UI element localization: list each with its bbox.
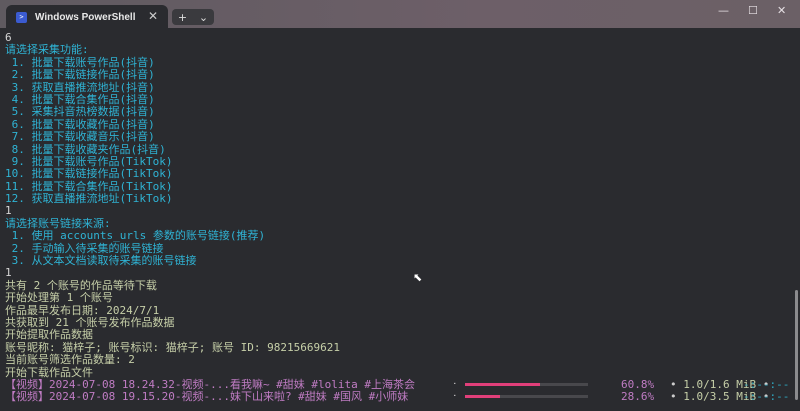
progress-bar-fill	[465, 382, 540, 386]
terminal-line: 1	[5, 266, 12, 280]
progress-bar	[465, 382, 588, 386]
maximize-button[interactable]: ☐	[748, 4, 758, 17]
progress-bar-fill	[465, 395, 501, 399]
download-progress-row: 【视频】2024-07-08 19.15.20-视频-...妹下山来啦? #甜妹…	[5, 390, 790, 404]
tab-title: Windows PowerShell	[35, 11, 136, 23]
progress-bar	[465, 395, 588, 399]
close-window-button[interactable]: ✕	[777, 4, 786, 17]
terminal-line: 3. 从文本文档读取待采集的账号链接	[5, 254, 197, 268]
terminal-line: 开始提取作品数据	[5, 328, 93, 342]
spinner-icon: ⠂	[453, 392, 459, 402]
mouse-cursor-icon: ⬉	[413, 271, 423, 284]
terminal-line: 请选择采集功能:	[5, 43, 89, 57]
terminal-line: 共获取到 21 个账号发布作品数据	[5, 315, 175, 329]
terminal-line: 当前账号筛选作品数量: 2	[5, 353, 135, 367]
terminal-line: 共有 2 个账号的作品等待下载	[5, 278, 157, 292]
powershell-icon: >	[16, 11, 27, 23]
minimize-button[interactable]: —	[718, 4, 729, 17]
eta: -:--:--	[743, 390, 790, 404]
download-file-name: 【视频】2024-07-08 19.15.20-视频-...妹下山来啦? #甜妹…	[5, 390, 409, 404]
terminal-output[interactable]: 6 请选择采集功能: 1. 批量下载账号作品(抖音) 2. 批量下载链接作品(抖音…	[5, 31, 790, 404]
title-bar: > Windows PowerShell ✕ + ⌄ — ☐ ✕	[0, 0, 800, 29]
terminal-line: 6	[5, 31, 12, 44]
terminal-line: 10. 批量下载链接作品(TikTok)	[5, 167, 173, 181]
terminal-line: 1. 使用 accounts_urls 参数的账号链接(推荐)	[5, 229, 266, 243]
terminal-line: 5. 采集抖音热榜数据(抖音)	[5, 105, 155, 119]
new-tab-button[interactable]: +	[172, 11, 193, 24]
terminal-line: 7. 批量下载收藏音乐(抖音)	[5, 130, 155, 144]
download-file-name: 【视频】2024-07-08 18.24.32-视频-...看我嘛~ #甜妹 #…	[5, 377, 416, 391]
terminal-line: 12. 获取直播推流地址(TikTok)	[5, 192, 173, 206]
terminal-line: 开始处理第 1 个账号	[5, 291, 113, 305]
progress-percent: 28.6%	[621, 390, 655, 404]
new-tab-group: + ⌄	[172, 9, 214, 25]
scrollbar[interactable]	[795, 290, 798, 400]
terminal-line: 1	[5, 204, 12, 218]
tab-dropdown-button[interactable]: ⌄	[193, 11, 214, 24]
spinner-icon: ⠂	[453, 379, 459, 389]
tab-windows-powershell[interactable]: > Windows PowerShell ✕	[6, 5, 168, 29]
tab-close-icon[interactable]: ✕	[148, 9, 158, 23]
terminal-line: 2. 批量下载链接作品(抖音)	[5, 68, 155, 82]
